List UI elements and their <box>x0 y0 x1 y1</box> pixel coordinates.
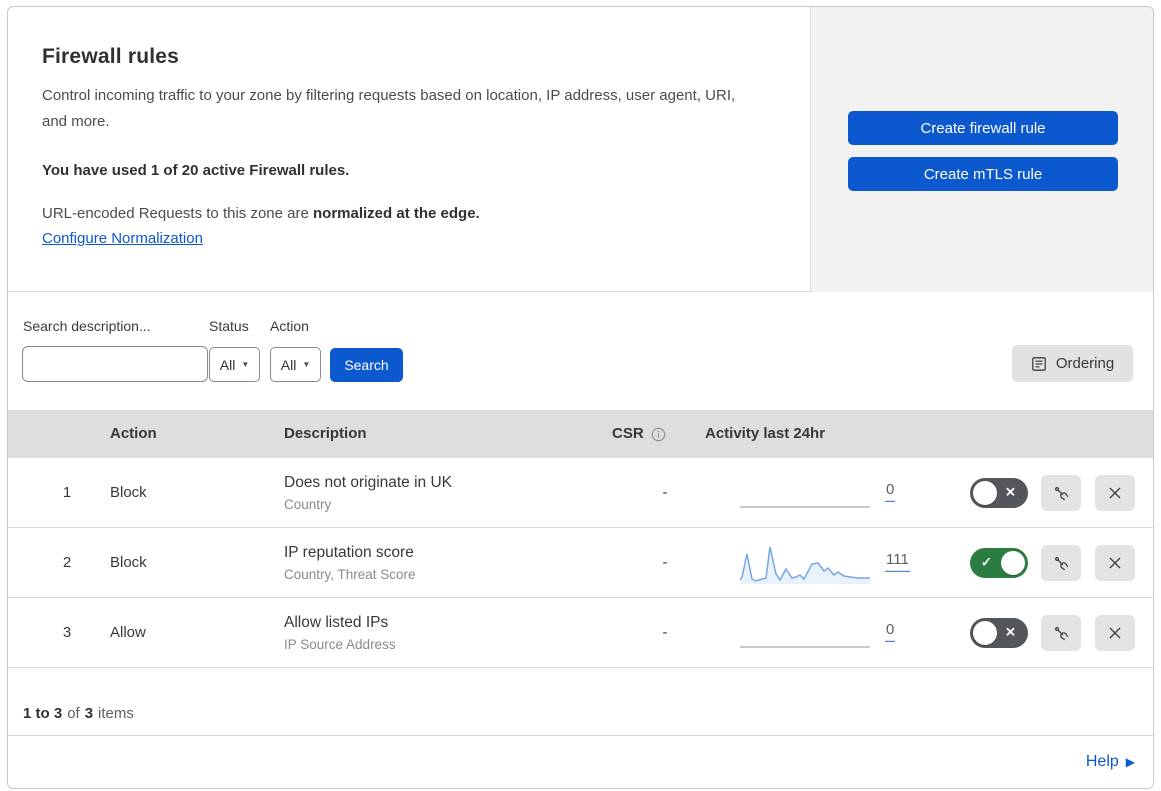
rule-action: Allow <box>110 624 146 641</box>
status-dropdown-value: All <box>219 356 236 373</box>
create-firewall-rule-button[interactable]: Create firewall rule <box>848 111 1118 145</box>
usage-summary: You have used 1 of 20 active Firewall ru… <box>42 162 350 179</box>
search-label: Search description... <box>23 318 151 334</box>
pagination-summary: 1 to 3 of 3 items <box>23 705 139 722</box>
rule-description: IP reputation score <box>284 543 414 561</box>
table-row: 3 Allow Allow listed IPs IP Source Addre… <box>8 598 1153 668</box>
rule-description-cell: Does not originate in UK Country <box>284 474 452 512</box>
toggle-knob <box>1001 551 1025 575</box>
rule-priority: 3 <box>62 624 72 641</box>
close-icon <box>1109 487 1121 499</box>
help-link[interactable]: Help ▶ <box>1086 753 1135 771</box>
edit-rule-button[interactable] <box>1041 545 1081 581</box>
ordering-button[interactable]: Ordering <box>1012 345 1133 382</box>
table-header: Action Description CSR Activity last 24h… <box>8 410 1153 458</box>
activity-sparkline <box>740 614 870 654</box>
chevron-down-icon: ▼ <box>302 360 311 369</box>
items-total: 3 <box>84 705 94 722</box>
page-title: Firewall rules <box>42 45 180 68</box>
configure-normalization-link[interactable]: Configure Normalization <box>42 230 203 247</box>
ordering-list-icon <box>1031 356 1046 371</box>
search-field[interactable] <box>22 346 222 382</box>
delete-rule-button[interactable] <box>1095 545 1135 581</box>
items-range: 1 to 3 <box>23 705 63 722</box>
activity-count-link[interactable]: 0 <box>885 480 896 502</box>
toggle-state-icon: ✕ <box>1005 484 1016 500</box>
wrench-icon <box>1054 486 1069 501</box>
enable-rule-toggle[interactable]: ✕ <box>970 618 1028 648</box>
items-label: items <box>98 705 134 722</box>
table-row: 1 Block Does not originate in UK Country… <box>8 458 1153 528</box>
firewall-rules-panel: Firewall rules Control incoming traffic … <box>7 6 1154 789</box>
close-icon <box>1109 627 1121 639</box>
create-mtls-rule-button[interactable]: Create mTLS rule <box>848 157 1118 191</box>
rule-priority: 2 <box>62 554 72 571</box>
rule-description: Allow listed IPs <box>284 613 389 631</box>
column-header-action: Action <box>110 425 157 442</box>
normalization-note: URL-encoded Requests to this zone are no… <box>42 205 752 222</box>
items-of-label: of <box>67 705 80 722</box>
rule-priority: 1 <box>62 484 72 501</box>
activity-count-link[interactable]: 111 <box>885 550 910 572</box>
table-body: 1 Block Does not originate in UK Country… <box>8 458 1153 668</box>
enable-rule-toggle[interactable]: ✓ <box>970 548 1028 578</box>
help-label: Help <box>1085 753 1119 770</box>
toggle-knob <box>973 481 997 505</box>
activity-sparkline <box>739 544 870 584</box>
help-footer: Help ▶ <box>8 735 1153 788</box>
rule-action: Block <box>110 554 147 571</box>
toggle-knob <box>973 621 997 645</box>
activity-sparkline <box>740 474 870 514</box>
enable-rule-toggle[interactable]: ✕ <box>970 478 1028 508</box>
status-label: Status <box>209 318 249 334</box>
delete-rule-button[interactable] <box>1095 615 1135 651</box>
action-label: Action <box>270 318 309 334</box>
status-dropdown[interactable]: All ▼ <box>209 347 260 382</box>
normalization-bold: normalized at the edge. <box>313 205 480 222</box>
edit-rule-button[interactable] <box>1041 615 1081 651</box>
chevron-down-icon: ▼ <box>241 360 250 369</box>
rule-description-cell: IP reputation score Country, Threat Scor… <box>284 544 416 582</box>
delete-rule-button[interactable] <box>1095 475 1135 511</box>
close-icon <box>1109 557 1121 569</box>
wrench-icon <box>1054 626 1069 641</box>
toggle-state-icon: ✕ <box>1005 624 1016 640</box>
activity-count-link[interactable]: 0 <box>885 620 896 642</box>
help-arrow-icon: ▶ <box>1125 755 1135 769</box>
csr-header-label: CSR <box>612 425 644 442</box>
rule-description-cell: Allow listed IPs IP Source Address <box>284 614 396 652</box>
column-header-description: Description <box>284 425 367 442</box>
rule-criteria: Country <box>284 496 332 512</box>
csr-value: - <box>662 484 668 501</box>
intro-text-block: Firewall rules Control incoming traffic … <box>42 45 752 248</box>
info-icon[interactable] <box>651 427 666 442</box>
edit-rule-button[interactable] <box>1041 475 1081 511</box>
action-dropdown-value: All <box>280 356 297 373</box>
csr-value: - <box>662 554 668 571</box>
search-input[interactable] <box>41 356 222 372</box>
csr-value: - <box>662 624 668 641</box>
page-description: Control incoming traffic to your zone by… <box>42 87 736 130</box>
toggle-state-icon: ✓ <box>981 554 992 570</box>
column-header-csr: CSR <box>612 410 666 458</box>
ordering-button-label: Ordering <box>1055 355 1115 372</box>
table-row: 2 Block IP reputation score Country, Thr… <box>8 528 1153 598</box>
header-section: Firewall rules Control incoming traffic … <box>8 7 1153 292</box>
filter-bar: Search description... Status Action All … <box>8 293 1153 410</box>
rule-criteria: IP Source Address <box>284 636 396 652</box>
normalization-prefix: URL-encoded Requests to this zone are <box>42 205 313 222</box>
rule-description: Does not originate in UK <box>284 473 453 491</box>
rule-action: Block <box>110 484 147 501</box>
actions-side-panel: Create firewall rule Create mTLS rule <box>810 7 1153 292</box>
rule-criteria: Country, Threat Score <box>284 566 416 582</box>
wrench-icon <box>1054 556 1069 571</box>
search-button[interactable]: Search <box>330 348 403 382</box>
column-header-activity: Activity last 24hr <box>705 425 826 442</box>
action-dropdown[interactable]: All ▼ <box>270 347 321 382</box>
